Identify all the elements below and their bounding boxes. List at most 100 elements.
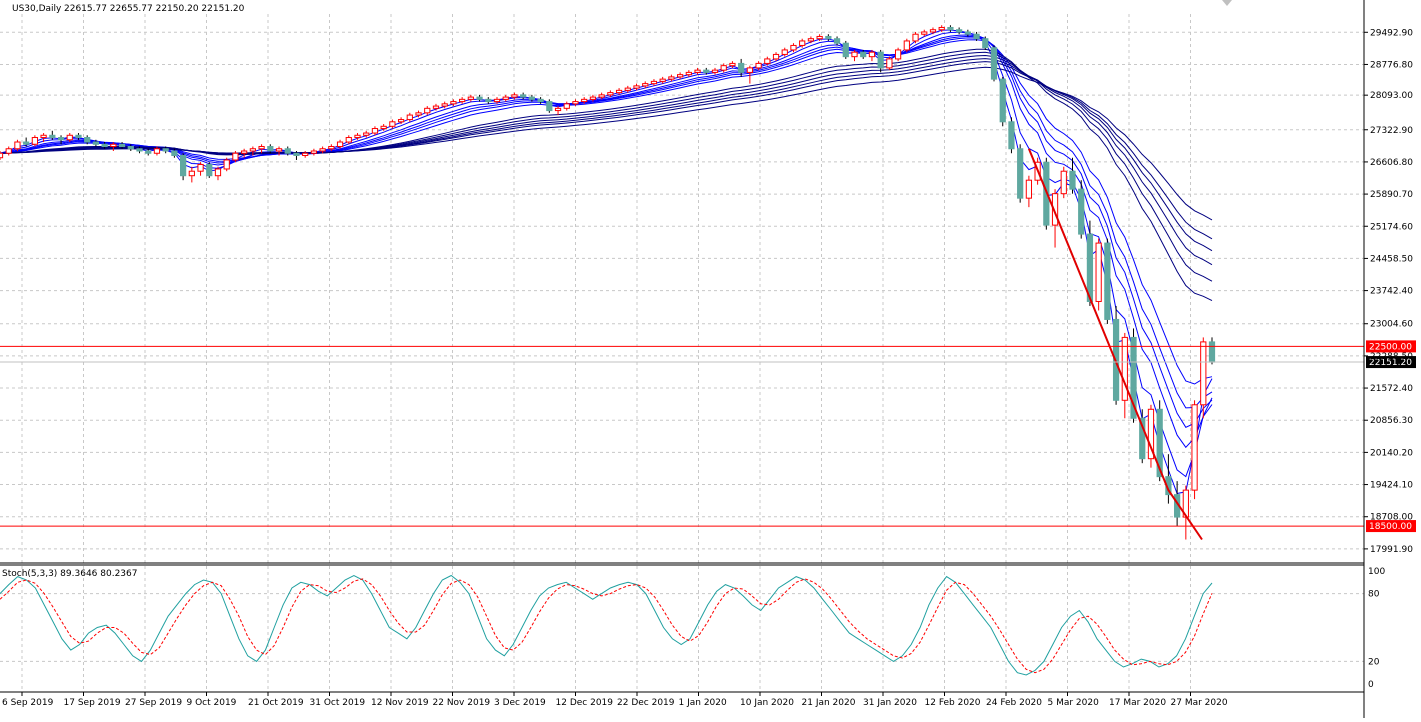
candle-body [57,137,65,141]
candle-body [92,141,100,145]
candle-body [554,107,562,112]
candle-body [912,33,919,42]
candle-body [860,51,867,58]
candle-body [799,40,806,46]
candle-body [354,134,361,139]
candle-body [179,154,187,177]
candle-body [851,51,858,58]
candle-body [1078,188,1085,235]
candle-body [188,170,195,177]
price-tick-label: 24458.50 [1370,254,1413,264]
candle-body [694,69,701,73]
date-tick-label: 12 Dec 2019 [556,698,614,708]
candle-body [598,94,605,98]
candle-body [537,98,544,103]
candle-body [755,62,762,69]
candle-body [75,134,82,139]
candle-body [1025,179,1033,199]
date-tick-label: 22 Nov 2019 [433,698,491,708]
candle-body [66,134,73,141]
date-tick-label: 21 Jan 2020 [802,698,856,708]
candle-body [101,143,108,148]
candle-body [197,163,204,172]
date-tick-label: 5 Mar 2020 [1048,698,1100,708]
candle-body [842,42,849,58]
date-tick-label: 27 Mar 2020 [1171,698,1228,708]
candle-body [746,67,753,73]
candle-body [790,44,797,51]
candle-body [999,78,1006,123]
candle-body [397,119,405,123]
candle-body [145,150,152,154]
candle-body [302,152,309,156]
candle-body [894,49,902,60]
candle-body [929,29,937,33]
date-tick-label: 17 Mar 2020 [1109,698,1166,708]
price-tick-label: 26606.80 [1370,158,1413,168]
price-tick-label: 21572.40 [1370,384,1413,394]
price-tick-label: 20140.20 [1370,448,1413,458]
price-tick-label: 23004.60 [1370,320,1413,330]
candle-body [171,150,178,156]
candle-body [450,101,457,105]
candle-body [729,62,736,67]
candle-body [528,96,536,100]
candle-body [982,38,989,49]
chart-canvas[interactable]: 22500.0018500.0022151.20 29492.9028776.8… [0,0,1421,718]
candle-body [685,71,692,76]
candle-body [825,35,832,40]
candle-body [127,146,134,150]
date-tick-label: 9 Oct 2019 [187,698,237,708]
candle-body [110,143,117,148]
candle-body [1060,170,1067,195]
candle-body [84,137,91,143]
candle-body [659,78,666,82]
symbol-timeframe-label: US30,Daily [12,4,62,14]
candle-body [642,83,649,87]
candle-body [467,96,474,100]
candle-body [162,148,169,152]
candle-body [363,132,370,136]
ohlc-readout: 22615.77 22655.77 22150.20 22151.20 [64,4,245,14]
candle-body [833,38,841,44]
candle-body [406,114,413,121]
date-tick-label: 6 Sep 2019 [2,698,54,708]
stoch-tick-label: 0 [1368,680,1374,690]
price-tick-label: 28093.00 [1370,91,1413,101]
candle-body [973,33,980,40]
date-tick-label: 22 Dec 2019 [617,698,675,708]
candle-body [432,105,440,109]
candle-body [31,137,38,145]
candle-body [49,134,56,139]
candle-body [5,148,12,154]
candle-body [1104,242,1111,320]
stoch-tick-label: 100 [1368,567,1385,577]
candle-body [1200,341,1207,406]
price-tick-label: 20856.30 [1370,416,1413,426]
candle-body [214,168,222,177]
date-tick-label: 27 Sep 2019 [125,698,182,708]
candle-body [502,96,509,100]
candle-body [581,98,588,103]
candle-body [310,150,318,154]
candle-body [118,143,126,148]
candle-body [284,148,291,154]
candle-body [903,40,910,51]
candle-body [572,101,579,105]
date-tick-label: 21 Oct 2019 [248,698,304,708]
candle-body [589,96,597,100]
level-price-label: 18500.00 [1369,522,1412,532]
candle-body [485,98,492,103]
candle-body [459,98,466,103]
candle-body [650,80,658,85]
candle-body [223,159,230,170]
date-tick-label: 17 Sep 2019 [64,698,121,708]
date-tick-label: 12 Nov 2019 [371,698,429,708]
candle-body [441,103,448,107]
candle-body [476,96,483,100]
price-tick-label: 17991.90 [1370,545,1413,555]
candle-body [738,62,745,73]
candle-body [14,141,21,150]
candle-body [415,112,422,116]
candle-body [0,152,4,159]
